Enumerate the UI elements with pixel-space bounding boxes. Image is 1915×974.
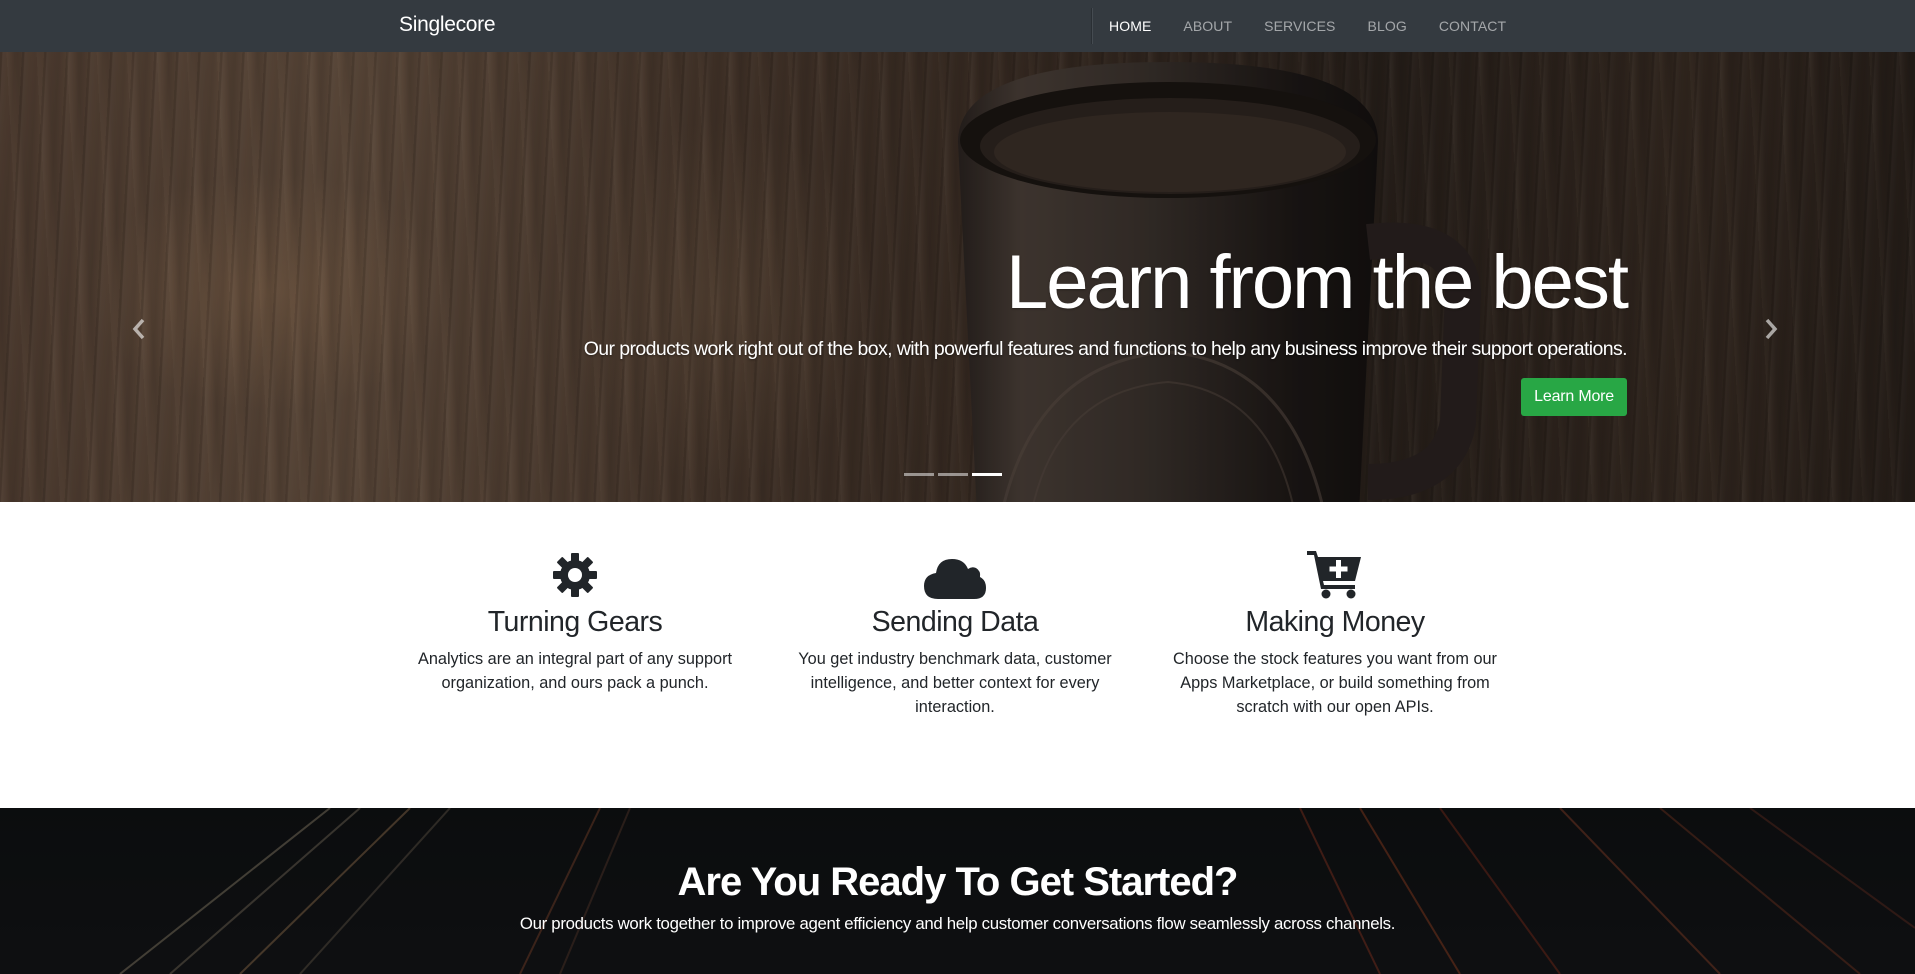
carousel-indicator-1[interactable] bbox=[904, 473, 934, 476]
hero-carousel: Learn from the best Our products work ri… bbox=[0, 52, 1915, 502]
feature-title: Turning Gears bbox=[487, 606, 663, 638]
carousel-indicators bbox=[904, 473, 1002, 476]
nav-item-home[interactable]: HOME bbox=[1109, 1, 1167, 51]
carousel-caption: Learn from the best Our products work ri… bbox=[527, 238, 1629, 416]
hero-title: Learn from the best bbox=[1005, 240, 1629, 325]
nav-divider bbox=[1091, 8, 1092, 44]
carousel-next-button[interactable] bbox=[1756, 309, 1786, 349]
cta-section: Are You Ready To Get Started? Our produc… bbox=[0, 808, 1915, 974]
nav-item-blog[interactable]: BLOG bbox=[1352, 1, 1423, 51]
chevron-left-icon bbox=[132, 318, 145, 340]
feature-title: Sending Data bbox=[871, 606, 1039, 638]
feature-text: You get industry benchmark data, custome… bbox=[798, 650, 1112, 716]
carousel-indicator-2[interactable] bbox=[938, 473, 968, 476]
feature-text: Analytics are an integral part of any su… bbox=[417, 650, 733, 692]
nav-menu: HOME ABOUT SERVICES BLOG CONTACT bbox=[1109, 0, 1522, 52]
cta-text: Our products work together to improve ag… bbox=[519, 914, 1396, 933]
carousel-prev-button[interactable] bbox=[124, 309, 154, 349]
brand-logo[interactable]: Singlecore bbox=[399, 0, 496, 52]
feature-card: Sending Data You get industry benchmark … bbox=[785, 547, 1125, 719]
feature-card: Making Money Choose the stock features y… bbox=[1165, 547, 1505, 719]
learn-more-button[interactable]: Learn More bbox=[1521, 378, 1627, 416]
cloud-icon bbox=[924, 559, 986, 599]
feature-text: Choose the stock features you want from … bbox=[1173, 650, 1497, 716]
cta-title: Are You Ready To Get Started? bbox=[677, 860, 1238, 904]
cart-plus-icon bbox=[1307, 551, 1361, 599]
navbar: Singlecore HOME ABOUT SERVICES BLOG CONT… bbox=[0, 0, 1915, 52]
nav-item-about[interactable]: ABOUT bbox=[1167, 1, 1248, 51]
feature-card: Turning Gears Analytics are an integral … bbox=[405, 547, 745, 695]
feature-title: Making Money bbox=[1245, 606, 1425, 638]
nav-item-contact[interactable]: CONTACT bbox=[1423, 1, 1522, 51]
gear-icon bbox=[553, 553, 597, 597]
features-section: Turning Gears Analytics are an integral … bbox=[0, 502, 1915, 808]
nav-item-services[interactable]: SERVICES bbox=[1248, 1, 1351, 51]
chevron-right-icon bbox=[1765, 318, 1778, 340]
carousel-indicator-3[interactable] bbox=[972, 473, 1002, 476]
hero-text: Our products work right out of the box, … bbox=[583, 338, 1628, 360]
